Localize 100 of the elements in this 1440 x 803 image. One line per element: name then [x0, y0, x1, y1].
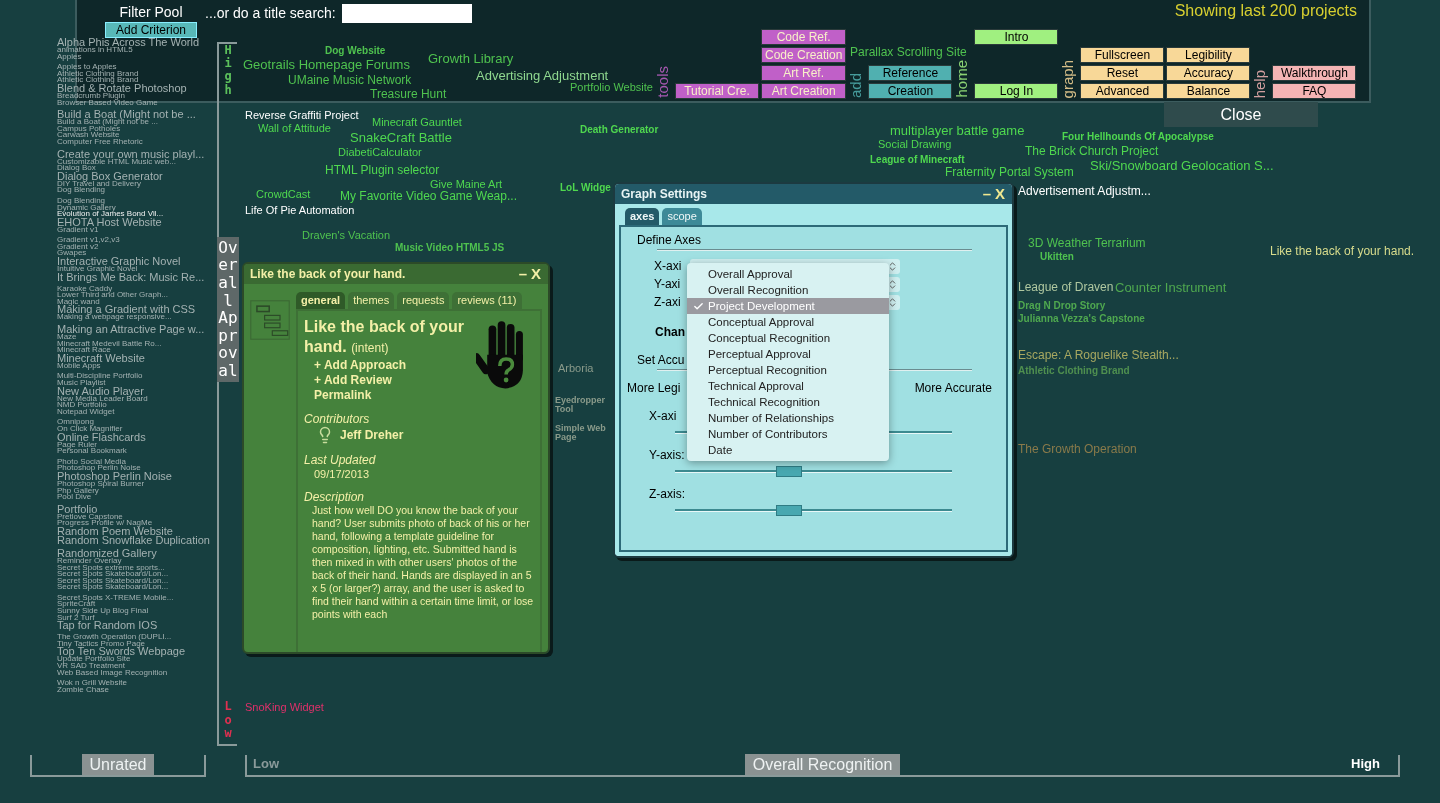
project-title[interactable]: Athletic Clothing Brand	[1018, 366, 1130, 376]
project-title[interactable]: Like the back of your hand.	[1270, 245, 1415, 257]
tab[interactable]: themes	[348, 292, 395, 309]
project-title[interactable]: Magic wand	[57, 298, 100, 306]
project-title[interactable]: Top Ten Swords Webpage	[57, 647, 185, 657]
project-title[interactable]: NMD Portfolio	[57, 402, 107, 409]
project-title[interactable]: Maze	[57, 334, 77, 341]
close-button[interactable]: X	[530, 266, 542, 282]
tab[interactable]: axes	[625, 208, 660, 225]
menu-item[interactable]: Overall Approval	[687, 266, 889, 282]
project-title[interactable]: Music Playlist	[57, 380, 106, 387]
project-title[interactable]: Secret Spots Skateboard/Lon...	[57, 584, 169, 591]
toolbar-button[interactable]: Advanced	[1080, 83, 1165, 99]
project-title[interactable]: HTML Plugin selector	[325, 164, 440, 176]
project-title[interactable]: Update Portfolio Site	[57, 656, 131, 664]
project-title[interactable]: Making an Attractive Page w...	[57, 325, 205, 335]
toolbar-button[interactable]: Code Creation	[761, 47, 847, 63]
project-title[interactable]: CrowdCast	[256, 189, 311, 200]
project-title[interactable]: Carwash Website	[57, 132, 120, 139]
project-title[interactable]: League of Draven	[1018, 281, 1114, 293]
toolbar-button[interactable]: Walkthrough	[1272, 65, 1357, 81]
project-title[interactable]: Photoshop Perlin Noise	[57, 465, 141, 472]
project-title[interactable]: On Click Magnifier	[57, 425, 123, 433]
project-title[interactable]: Draven's Vacation	[302, 230, 391, 241]
toolbar-button[interactable]: Code Ref.	[761, 29, 847, 45]
project-title[interactable]: Treasure Hunt	[370, 88, 447, 100]
project-title[interactable]: UMaine Music Network	[288, 74, 412, 86]
project-title[interactable]: New Media Leader Board	[57, 395, 148, 403]
project-title[interactable]: Life Of Pie Automation	[245, 205, 355, 216]
project-title[interactable]: multiplayer battle game	[890, 124, 1025, 137]
project-title[interactable]: Drag N Drop Story	[1018, 301, 1106, 311]
project-title[interactable]: Portfolio Website	[570, 82, 653, 93]
project-title[interactable]: Secret Spots X-TREME Mobile...	[57, 594, 174, 602]
project-title[interactable]: Karaoke Caddy	[57, 285, 113, 293]
tab[interactable]: requests	[397, 292, 450, 309]
project-title[interactable]: Music Video HTML5 JS	[395, 243, 505, 253]
project-title[interactable]: Apples to Apples	[57, 64, 117, 71]
project-title[interactable]: Making a Gradient with CSS	[57, 305, 196, 315]
project-title[interactable]: Build a Boat (Might not be ...	[57, 110, 196, 120]
project-title[interactable]: Tap for Random IOS	[57, 621, 158, 631]
toolbar-button[interactable]: Art Creation	[761, 83, 847, 99]
project-title[interactable]: DIY Travel and Delivery	[57, 180, 141, 188]
add-criterion-button[interactable]: Add Criterion	[105, 22, 197, 38]
project-title[interactable]: Minecraft Gauntlet	[372, 117, 462, 128]
project-title[interactable]: Surf 2 Turf	[57, 614, 95, 622]
close-button[interactable]: X	[994, 186, 1006, 202]
project-title[interactable]: Alpha Phis Across The World	[57, 38, 200, 47]
project-title[interactable]: Death Generator	[580, 125, 659, 135]
project-title[interactable]: Athletic Clothing Brand	[57, 77, 139, 84]
toolbar-button[interactable]: Balance	[1166, 83, 1251, 99]
toolbar-button[interactable]: Fullscreen	[1080, 47, 1165, 63]
project-title[interactable]: DiabetiCalculator	[338, 147, 422, 158]
project-title[interactable]: Browser Based Video Game	[57, 99, 158, 107]
project-title[interactable]: Computer Free Rhetoric	[57, 138, 143, 146]
minimize-button[interactable]: –	[517, 266, 528, 282]
project-title[interactable]: Photoshop Perlin Noise	[57, 471, 172, 481]
project-title[interactable]: Minecraft Medevil Battle Ro...	[57, 340, 162, 348]
project-title[interactable]: Dynamic Gallery	[57, 204, 116, 212]
action-link[interactable]: Permalink	[314, 388, 372, 403]
project-title[interactable]: League of Minecraft	[870, 155, 965, 165]
project-title[interactable]: Dialog Box Generator	[57, 171, 163, 181]
project-title[interactable]: LoL Widge	[560, 183, 611, 193]
contributor-name[interactable]: Jeff Dreher	[340, 428, 404, 442]
close-button[interactable]: Close	[1164, 102, 1318, 127]
project-title[interactable]: Intuitive Graphic Novel	[57, 266, 138, 273]
toolbar-button[interactable]: Art Ref.	[761, 65, 847, 81]
project-title[interactable]: Gradient v1	[57, 226, 99, 234]
menu-item[interactable]: Technical Approval	[687, 378, 889, 394]
project-title[interactable]: Notepad Widget	[57, 408, 115, 416]
project-title[interactable]: Blend & Rotate Photoshop	[57, 83, 187, 93]
project-title[interactable]: Wok n Grill Website	[57, 680, 127, 687]
project-title[interactable]: Minecraft Website	[57, 353, 145, 363]
project-title[interactable]: It Brings Me Back: Music Re...	[57, 272, 205, 282]
project-title[interactable]: Lower Third and Other Graph...	[57, 292, 169, 299]
project-title[interactable]: Making a webpage responsive...	[57, 314, 172, 322]
project-title[interactable]: Four Hellhounds Of Apocalypse	[1062, 132, 1214, 142]
project-title[interactable]: Random Snowflake Duplication	[57, 535, 210, 545]
project-title[interactable]: Personal Bookmark	[57, 448, 127, 455]
project-title[interactable]: Escape: A Roguelike Stealth...	[1018, 349, 1179, 361]
project-title[interactable]: Portfolio	[57, 504, 98, 514]
project-title[interactable]: Php Gallery	[57, 487, 99, 495]
project-title[interactable]: Multi-Discipline Portfolio	[57, 373, 143, 380]
project-title[interactable]: Eyedropper Tool	[555, 396, 611, 414]
project-title[interactable]: My Favorite Video Game Weap...	[340, 190, 517, 202]
project-title[interactable]: Random Poem Website	[57, 526, 173, 536]
project-title[interactable]: Reminder Overlay	[57, 557, 122, 565]
project-title[interactable]: Zombie Chase	[57, 686, 110, 694]
action-link[interactable]: + Add Review	[314, 373, 392, 388]
project-title[interactable]: Customizable HTML Music web...	[57, 158, 176, 166]
project-title[interactable]: Breadcrumb Plugin	[57, 92, 126, 100]
project-title[interactable]: SpriteCraft	[57, 601, 96, 609]
project-title[interactable]: Apples	[57, 53, 82, 61]
project-title[interactable]: Wall of Attitude	[258, 123, 331, 134]
project-title[interactable]: Geotrails Homepage Forums	[243, 58, 410, 71]
toolbar-button[interactable]: Reset	[1080, 65, 1165, 81]
menu-item[interactable]: Conceptual Recognition	[687, 330, 889, 346]
toolbar-button[interactable]: Intro	[974, 29, 1059, 45]
project-title[interactable]: Mobile Apps	[57, 362, 101, 370]
toolbar-button[interactable]: FAQ	[1272, 83, 1357, 99]
tab[interactable]: scope	[662, 208, 702, 225]
